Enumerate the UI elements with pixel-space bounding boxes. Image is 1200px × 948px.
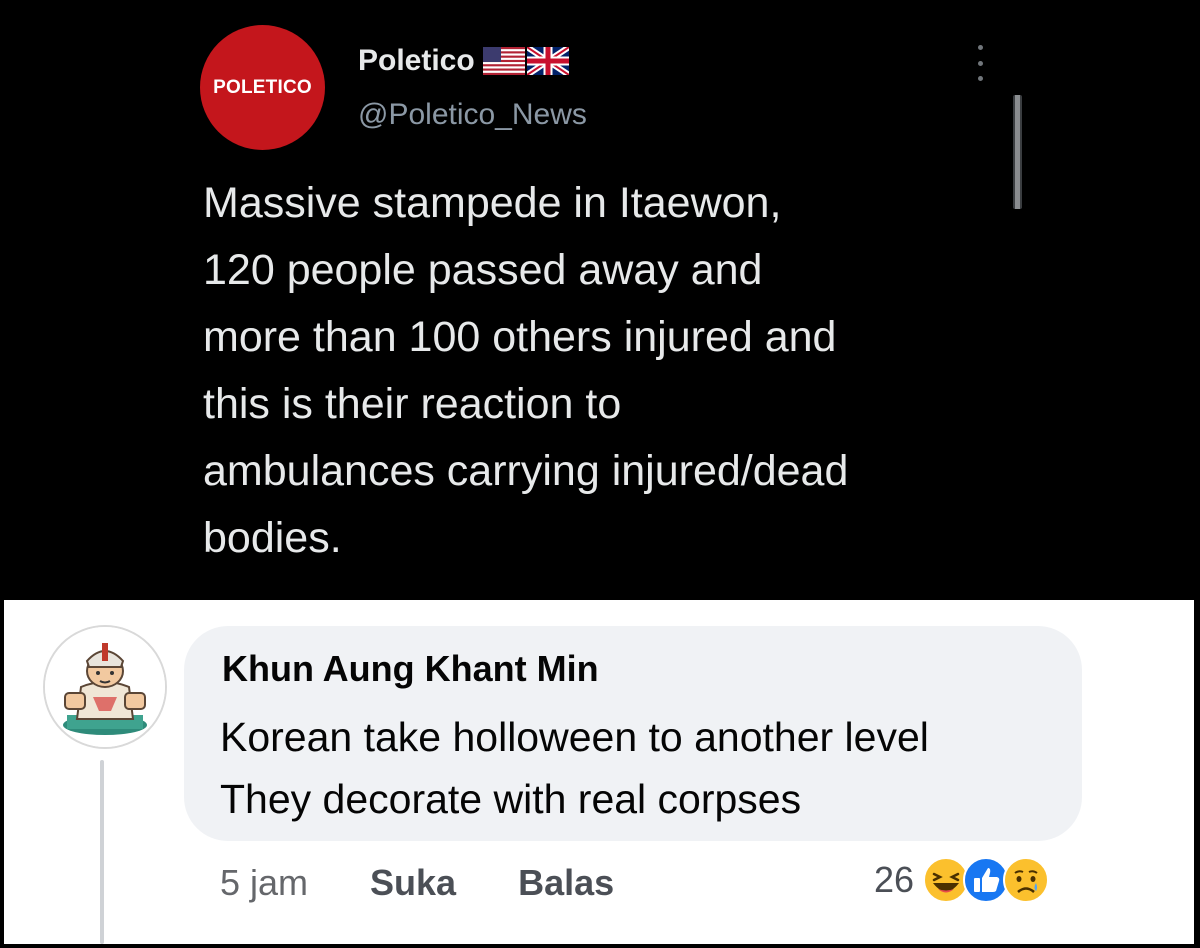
tweet-handle[interactable]: @Poletico_News (358, 98, 587, 132)
reaction-icons (922, 856, 1050, 904)
cartoon-robot-avatar-image (45, 627, 165, 747)
comment-bubble: Khun Aung Khant Min Korean take hollowee… (184, 626, 1082, 841)
facebook-comment: Khun Aung Khant Min Korean take hollowee… (4, 600, 1194, 944)
reply-button[interactable]: Balas (518, 862, 614, 904)
like-button[interactable]: Suka (370, 862, 456, 904)
comment-author-name[interactable]: Khun Aung Khant Min (222, 648, 599, 690)
poletico-avatar[interactable]: POLETICO (200, 25, 325, 150)
commenter-avatar[interactable] (43, 625, 167, 749)
comment-text: Korean take holloween to another level T… (220, 714, 929, 822)
reaction-summary[interactable]: 26 (874, 856, 1050, 904)
thread-line (100, 760, 104, 944)
tweet-author-name-row[interactable]: Poletico (358, 44, 569, 78)
tweet-text: Massive stampede in Itaewon, 120 people … (203, 179, 849, 562)
reaction-count: 26 (874, 859, 915, 900)
comment-timestamp[interactable]: 5 jam (220, 862, 308, 904)
tweet-card: POLETICO Poletico @Poletico_News Massive… (0, 0, 1200, 600)
tweet-display-name[interactable]: Poletico (358, 44, 475, 78)
more-vertical-icon[interactable] (970, 45, 990, 81)
uk-flag-icon (526, 47, 569, 75)
flag-emojis (482, 47, 569, 75)
scrollbar[interactable] (1013, 95, 1022, 209)
comment-actions: 5 jam Suka Balas (220, 862, 614, 904)
sad-icon (1003, 857, 1050, 903)
avatar-logo-text: POLETICO (213, 76, 312, 98)
us-flag-icon (482, 47, 525, 75)
